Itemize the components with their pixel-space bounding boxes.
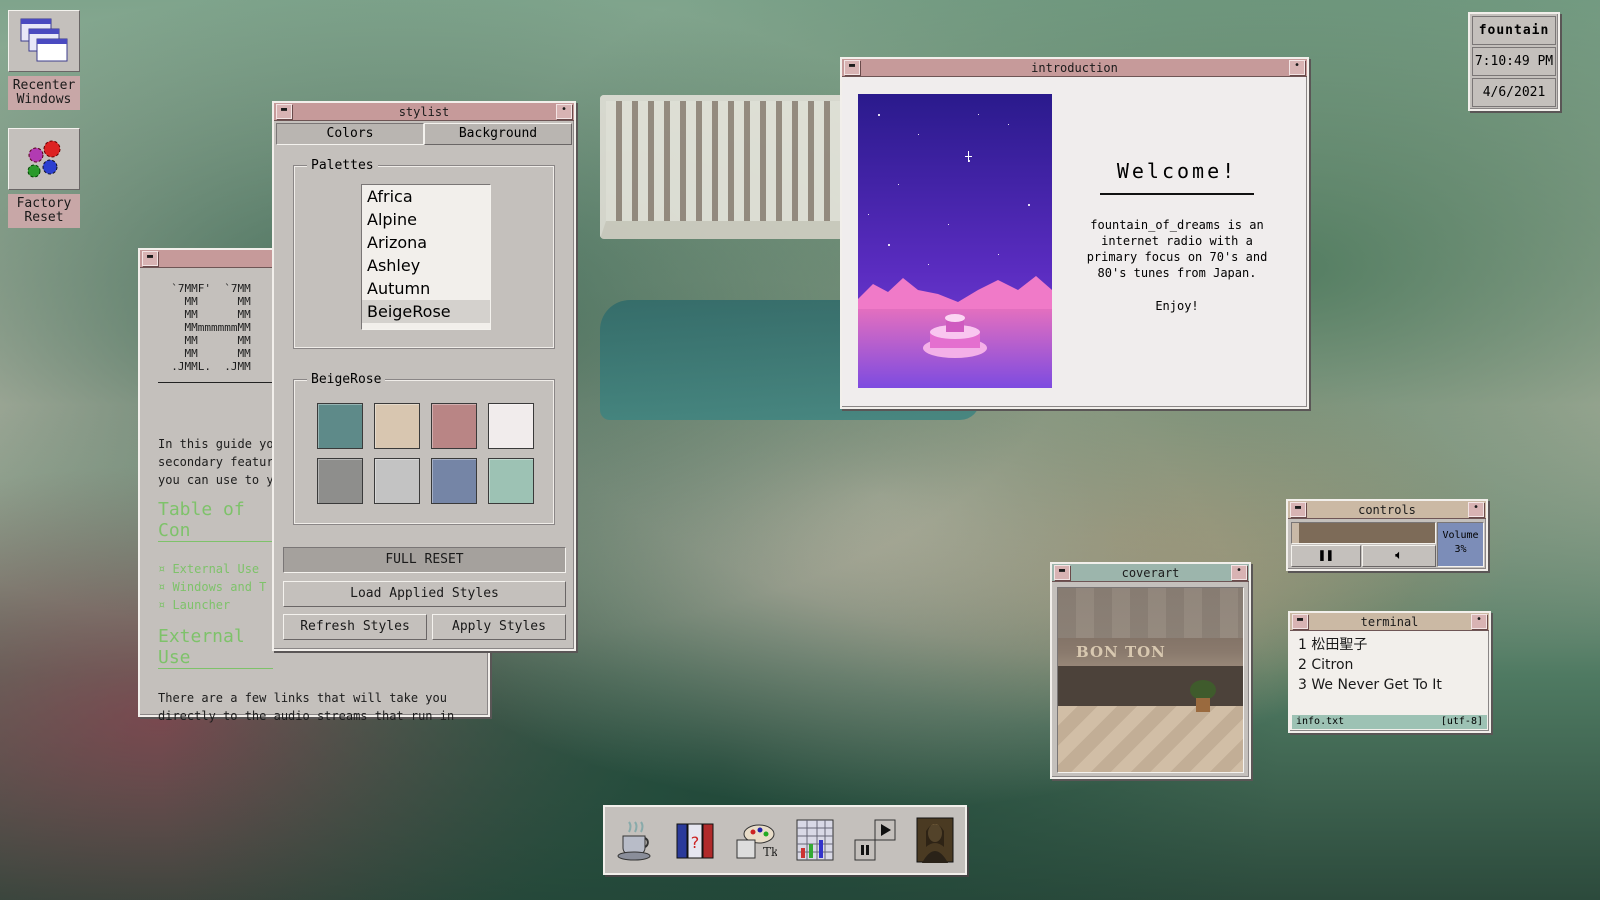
paint-icon[interactable]: Tk (732, 815, 778, 865)
controls-window: ▬ controls • ❚❚ 🔈︎ Volume 3% (1286, 499, 1488, 571)
stylist-window: ▬ stylist • Colors Background Palettes A… (272, 101, 576, 651)
status-filename: info.txt (1296, 716, 1345, 727)
minimize-icon[interactable]: ▬ (844, 60, 860, 75)
clock-widget: fountain 7:10:49 PM 4/6/2021 (1468, 12, 1560, 111)
minimize-icon[interactable]: ▬ (276, 104, 292, 119)
close-icon[interactable]: • (1468, 502, 1484, 517)
close-icon[interactable]: • (1289, 60, 1305, 75)
status-encoding: [utf-8] (1440, 716, 1483, 727)
grid-icon[interactable] (792, 815, 838, 865)
color-swatch[interactable] (431, 403, 477, 449)
volume-value: 3% (1454, 544, 1467, 555)
section-heading: External Use (158, 626, 273, 669)
clock-date: 4/6/2021 (1472, 78, 1556, 107)
window-title: terminal (1360, 614, 1419, 629)
store-sign: BON TON (1076, 643, 1166, 661)
minimize-icon[interactable]: ▬ (1054, 565, 1070, 580)
load-applied-styles-button[interactable]: Load Applied Styles (283, 581, 566, 607)
cover-art-image: BON TON (1057, 587, 1244, 773)
bench-graphic (600, 95, 852, 239)
close-icon[interactable]: • (1231, 565, 1247, 580)
launcher-dock: ? Tk (603, 805, 967, 875)
coverart-window: ▬ coverart • BON TON (1050, 562, 1251, 779)
books-icon[interactable]: ? (672, 815, 718, 865)
speaker-icon: 🔈︎ (1395, 548, 1403, 563)
terminal-titlebar[interactable]: ▬ terminal • (1290, 613, 1489, 631)
color-swatch[interactable] (374, 403, 420, 449)
color-swatch[interactable] (317, 403, 363, 449)
gears-icon (8, 128, 80, 190)
svg-text:Tk: Tk (763, 845, 777, 859)
apply-styles-button[interactable]: Apply Styles (432, 614, 566, 640)
palette-list[interactable]: Africa Alpine Arizona Ashley Autumn Beig… (361, 184, 491, 330)
factory-reset-label: Factory Reset (8, 194, 80, 228)
palette-item[interactable]: Ashley (362, 254, 490, 277)
close-icon[interactable]: • (1471, 614, 1487, 629)
fountain-pixel-art (858, 94, 1052, 388)
plant-icon (1190, 680, 1216, 700)
app-name: fountain (1472, 16, 1556, 45)
color-swatch[interactable] (488, 403, 534, 449)
recenter-windows-label: Recenter Windows (8, 76, 80, 110)
coverart-titlebar[interactable]: ▬ coverart • (1052, 564, 1249, 582)
close-icon[interactable]: • (556, 104, 572, 119)
window-title: stylist (398, 104, 450, 119)
progress-fill (1292, 523, 1300, 543)
media-icon[interactable] (852, 815, 898, 865)
recenter-windows-shortcut[interactable]: Recenter Windows (8, 10, 80, 110)
palette-item[interactable]: Alpine (362, 208, 490, 231)
introduction-window: ▬ introduction • Welcome! fountain_of_dr… (840, 57, 1309, 409)
pause-button[interactable]: ❚❚ (1291, 545, 1361, 567)
palette-item[interactable]: Arizona (362, 231, 490, 254)
welcome-heading: Welcome! (1116, 159, 1238, 183)
color-swatch[interactable] (431, 458, 477, 504)
svg-text:?: ? (691, 833, 700, 852)
minimize-icon[interactable]: ▬ (1292, 614, 1308, 629)
terminal-line: 2 Citron (1298, 657, 1354, 673)
minimize-icon[interactable]: ▬ (142, 251, 158, 266)
intro-enjoy: Enjoy! (1155, 299, 1199, 313)
volume-display[interactable]: Volume 3% (1437, 522, 1484, 567)
color-swatch[interactable] (488, 458, 534, 504)
mute-button[interactable]: 🔈︎ (1362, 545, 1436, 567)
stylist-titlebar[interactable]: ▬ stylist • (274, 103, 574, 121)
terminal-line: 3 We Never Get To It (1298, 677, 1442, 693)
selected-palette-label: BeigeRose (307, 372, 386, 387)
controls-titlebar[interactable]: ▬ controls • (1288, 501, 1486, 519)
toc-heading: Table of Con (158, 499, 273, 542)
minimize-icon[interactable]: ▬ (1290, 502, 1306, 517)
tab-colors[interactable]: Colors (276, 123, 424, 145)
terminal-window: ▬ terminal • 1 松田聖子 2 Citron 3 We Never … (1288, 611, 1491, 733)
palette-item[interactable]: Africa (362, 185, 490, 208)
section-line: directly to the audio streams that run i… (158, 709, 455, 723)
tab-background[interactable]: Background (424, 123, 572, 145)
palette-item-selected[interactable]: BeigeRose (362, 300, 490, 323)
volume-label: Volume (1442, 530, 1479, 541)
introduction-titlebar[interactable]: ▬ introduction • (842, 59, 1307, 77)
color-swatch[interactable] (374, 458, 420, 504)
color-swatch[interactable] (317, 458, 363, 504)
clock-time: 7:10:49 PM (1472, 47, 1556, 76)
window-title: introduction (1031, 60, 1118, 75)
full-reset-button[interactable]: FULL RESET (283, 547, 566, 573)
palette-item[interactable]: Autumn (362, 277, 490, 300)
terminal-statusbar: info.txt [utf-8] (1292, 715, 1487, 729)
section-line: There are a few links that will take you (158, 691, 447, 705)
welcome-underline (1100, 193, 1254, 195)
refresh-styles-button[interactable]: Refresh Styles (283, 614, 427, 640)
pause-icon: ❚❚ (1318, 548, 1334, 563)
factory-reset-shortcut[interactable]: Factory Reset (8, 128, 80, 228)
palette-preview-group: BeigeRose (293, 372, 555, 525)
progress-track[interactable] (1291, 522, 1436, 544)
portrait-icon[interactable] (912, 815, 958, 865)
window-title: controls (1358, 502, 1416, 517)
palettes-label: Palettes (307, 158, 378, 173)
coffee-icon[interactable] (612, 815, 658, 865)
window-title: coverart (1121, 565, 1180, 580)
palettes-group: Palettes Africa Alpine Arizona Ashley Au… (293, 158, 555, 349)
windows-stack-icon (8, 10, 80, 72)
intro-body: fountain_of_dreams is an internet radio … (1086, 218, 1268, 280)
terminal-line: 1 松田聖子 (1298, 637, 1368, 653)
